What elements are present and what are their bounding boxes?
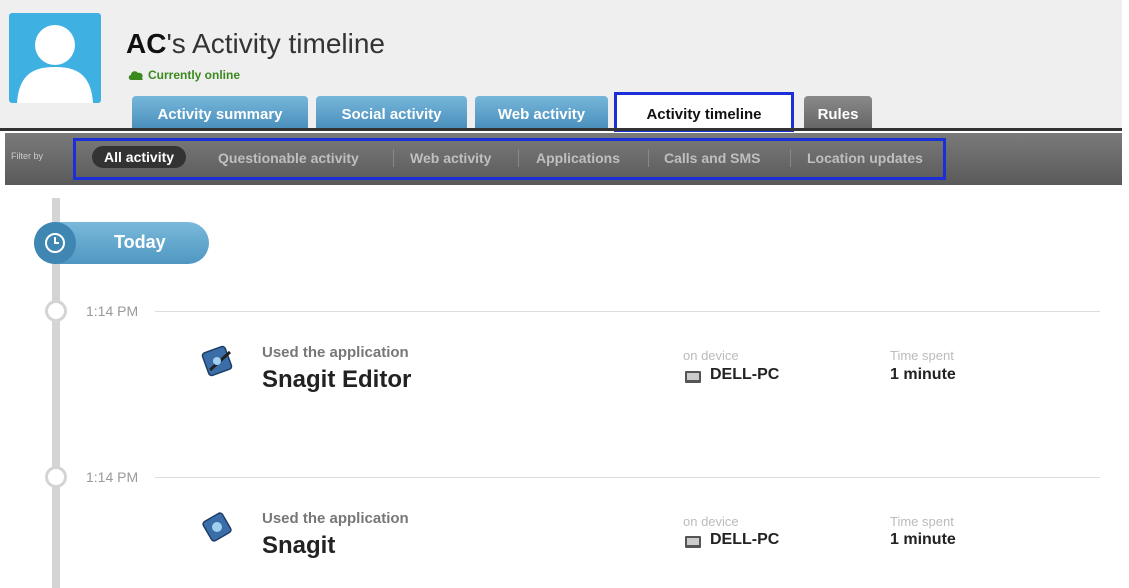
time-spent-value: 1 minute [890, 531, 956, 548]
entry-divider [155, 477, 1100, 478]
computer-icon [684, 535, 702, 549]
page-title: AC's Activity timeline [126, 28, 385, 60]
entry-time: 1:14 PM [86, 469, 139, 485]
user-silhouette-icon [17, 25, 93, 103]
filter-location-updates[interactable]: Location updates [807, 150, 923, 166]
entry-app-name: Snagit [262, 532, 336, 559]
computer-icon [684, 370, 702, 384]
time-spent-label: Time spent [890, 348, 954, 363]
entry-action: Used the application [262, 344, 409, 361]
entry-action: Used the application [262, 510, 409, 527]
filter-web-activity[interactable]: Web activity [410, 150, 491, 166]
filter-separator [518, 149, 519, 167]
profile-header: AC's Activity timeline Currently online … [0, 0, 1122, 132]
tab-web-activity[interactable]: Web activity [475, 96, 608, 128]
today-marker: Today [34, 222, 209, 264]
tab-activity-timeline[interactable]: Activity timeline [614, 92, 794, 132]
entry-app-name: Snagit Editor [262, 366, 412, 393]
entry-time: 1:14 PM [86, 303, 139, 319]
cloud-icon [128, 71, 143, 80]
user-initials: AC [126, 28, 167, 59]
filter-separator [648, 149, 649, 167]
timeline-node [45, 300, 67, 322]
filter-all-activity[interactable]: All activity [92, 146, 187, 168]
filter-questionable-activity[interactable]: Questionable activity [218, 150, 359, 166]
time-spent-value: 1 minute [890, 366, 956, 383]
filter-separator [393, 149, 394, 167]
online-status: Currently online [128, 68, 240, 82]
snagit-icon [200, 510, 236, 546]
header-divider [0, 128, 1122, 131]
time-spent-label: Time spent [890, 514, 954, 529]
tab-activity-summary[interactable]: Activity summary [132, 96, 308, 128]
device-label: on device [683, 348, 739, 363]
filter-separator [790, 149, 791, 167]
device-label: on device [683, 514, 739, 529]
avatar[interactable] [9, 13, 101, 103]
entry-divider [155, 311, 1100, 312]
snagit-editor-icon [200, 344, 236, 380]
device-name: DELL-PC [710, 531, 780, 548]
device-name: DELL-PC [710, 366, 780, 383]
timeline-node [45, 466, 67, 488]
status-text: Currently online [148, 68, 241, 82]
tab-rules[interactable]: Rules [804, 96, 872, 128]
filter-applications[interactable]: Applications [536, 150, 620, 166]
tab-social-activity[interactable]: Social activity [316, 96, 467, 128]
filter-bar: Filter by All activity Questionable acti… [5, 133, 1122, 185]
title-suffix: 's Activity timeline [166, 28, 385, 59]
clock-icon [34, 222, 76, 264]
filter-label: Filter by [11, 151, 44, 161]
filter-calls-sms[interactable]: Calls and SMS [664, 150, 760, 166]
today-label: Today [114, 232, 166, 252]
